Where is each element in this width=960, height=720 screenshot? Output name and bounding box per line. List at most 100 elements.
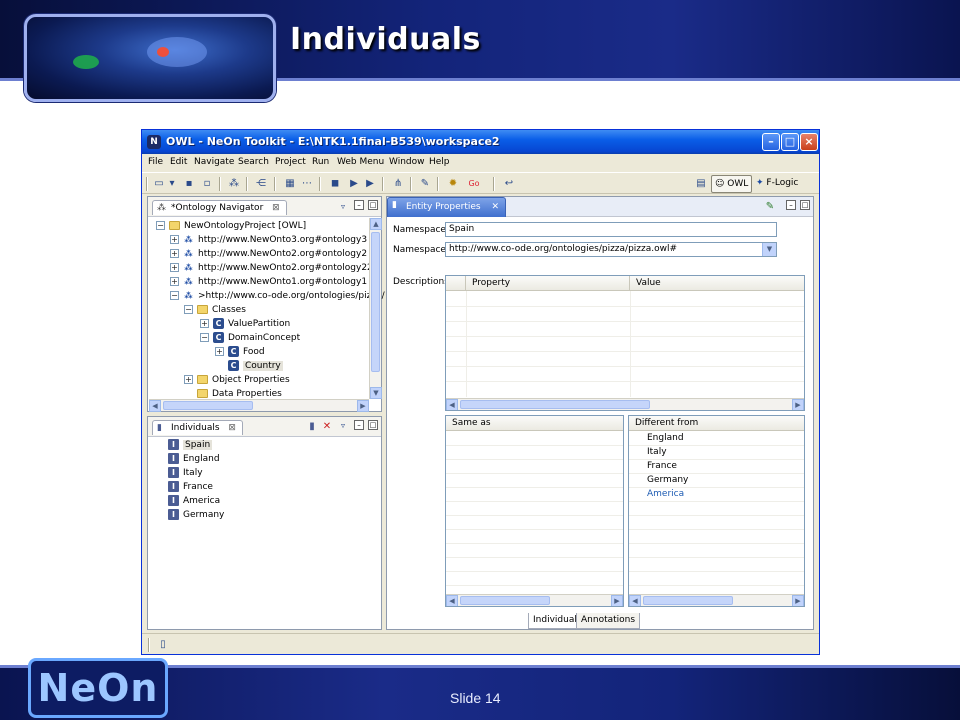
tree-item-project[interactable]: − NewOntologyProject [OWL] bbox=[156, 220, 306, 233]
menu-navigate[interactable]: Navigate bbox=[194, 157, 234, 167]
ontology-icon[interactable]: ⁂ bbox=[227, 177, 241, 190]
scroll-thumb[interactable] bbox=[371, 232, 380, 372]
tree-item-classes[interactable]: − Classes bbox=[184, 304, 246, 317]
scroll-left-icon[interactable]: ◀ bbox=[149, 400, 161, 412]
scroll-up-icon[interactable]: ▲ bbox=[370, 218, 382, 230]
list-item-individual[interactable]: I Italy bbox=[168, 467, 203, 480]
menu-web-menu[interactable]: Web Menu bbox=[337, 157, 384, 167]
tree-item-ontology[interactable]: + ⁂ http://www.NewOnto3.org#ontology3 bbox=[170, 234, 367, 247]
name-field[interactable]: Spain bbox=[445, 222, 777, 237]
scroll-left-icon[interactable]: ◀ bbox=[446, 595, 458, 606]
scroll-left-icon[interactable]: ◀ bbox=[629, 595, 641, 606]
tree-item-ontology-pizza[interactable]: − ⁂ >http://www.co-ode.org/ontologies/pizz… bbox=[170, 290, 385, 303]
print-icon[interactable]: ▫ bbox=[200, 177, 214, 190]
pen-icon[interactable]: ✎ bbox=[418, 177, 432, 190]
back-arrow-icon[interactable]: ↩ bbox=[502, 177, 516, 190]
tree-item-ontology[interactable]: + ⁂ http://www.NewOnto2.org#ontology22 bbox=[170, 262, 373, 275]
menu-file[interactable]: File bbox=[148, 157, 163, 167]
menu-run[interactable]: Run bbox=[312, 157, 329, 167]
table-row[interactable]: Italy bbox=[647, 447, 667, 457]
new-icon[interactable]: ▭ bbox=[152, 177, 166, 190]
collapse-icon[interactable]: − bbox=[156, 221, 165, 230]
expand-icon[interactable]: + bbox=[170, 277, 179, 286]
window-titlebar[interactable]: N OWL - NeOn Toolkit - E:\NTK1.1final-B5… bbox=[142, 130, 819, 154]
view-menu-icon[interactable]: ▿ bbox=[338, 200, 348, 213]
list-item-individual[interactable]: I Germany bbox=[168, 509, 224, 522]
google-icon[interactable]: Go bbox=[463, 177, 485, 190]
tree-item-ontology[interactable]: + ⁂ http://www.NewOnto1.org#ontology1 bbox=[170, 276, 367, 289]
expand-icon[interactable]: + bbox=[170, 263, 179, 272]
tab-entity-properties[interactable]: ▮ Entity Properties ✕ bbox=[387, 197, 507, 217]
maximize-view-icon[interactable]: □ bbox=[368, 200, 378, 210]
menu-window[interactable]: Window bbox=[389, 157, 425, 167]
save-icon[interactable]: ▪ bbox=[182, 177, 196, 190]
delete-individual-icon[interactable]: ✕ bbox=[321, 420, 333, 433]
maximize-view-icon[interactable]: □ bbox=[368, 420, 378, 430]
edit-icon[interactable]: ✎ bbox=[764, 200, 776, 213]
scroll-right-icon[interactable]: ▶ bbox=[357, 400, 369, 412]
tree-item-class[interactable]: + C Food bbox=[215, 346, 265, 359]
new-individual-icon[interactable]: ▮ bbox=[306, 420, 318, 433]
tree-item-class[interactable]: + C ValuePartition bbox=[200, 318, 290, 331]
close-tab-icon[interactable]: ⊠ bbox=[272, 203, 280, 213]
expand-icon[interactable]: + bbox=[200, 319, 209, 328]
scroll-thumb[interactable] bbox=[460, 400, 650, 409]
run-dropdown-icon[interactable]: ▶ bbox=[363, 177, 377, 190]
list-item-individual-selected[interactable]: I Spain bbox=[168, 439, 213, 452]
tree-item-ontology[interactable]: + ⁂ http://www.NewOnto2.org#ontology2 bbox=[170, 248, 367, 261]
minimize-view-icon[interactable]: – bbox=[786, 200, 796, 210]
table-row-link[interactable]: America bbox=[647, 489, 684, 499]
stop-icon[interactable]: ◼ bbox=[328, 177, 342, 190]
table-row[interactable]: Germany bbox=[647, 475, 688, 485]
maximize-view-icon[interactable]: □ bbox=[800, 200, 810, 210]
tab-individuals[interactable]: ▮ Individuals ⊠ bbox=[152, 420, 243, 435]
scroll-thumb[interactable] bbox=[460, 596, 550, 605]
fast-view-icon[interactable]: ▯ bbox=[156, 638, 170, 651]
namespace-combo[interactable]: http://www.co-ode.org/ontologies/pizza/p… bbox=[445, 242, 777, 257]
navigator-horizontal-scrollbar[interactable]: ◀ ▶ bbox=[149, 399, 369, 412]
open-perspective-icon[interactable]: ▤ bbox=[694, 177, 708, 190]
scroll-left-icon[interactable]: ◀ bbox=[446, 399, 458, 410]
close-tab-icon[interactable]: ✕ bbox=[492, 202, 500, 212]
descriptions-horizontal-scrollbar[interactable]: ◀ ▶ bbox=[446, 398, 804, 410]
column-header-value[interactable]: Value bbox=[630, 276, 804, 291]
network-icon[interactable]: ⋔ bbox=[391, 177, 405, 190]
expand-icon[interactable]: + bbox=[184, 375, 193, 384]
column-header-property[interactable]: Property bbox=[466, 276, 630, 291]
maximize-button[interactable]: □ bbox=[781, 133, 799, 151]
tab-ontology-navigator[interactable]: ⁂ *Ontology Navigator ⊠ bbox=[152, 200, 287, 215]
view-menu-icon[interactable]: ▿ bbox=[338, 419, 348, 432]
minimize-button[interactable]: – bbox=[762, 133, 780, 151]
table-row[interactable]: France bbox=[647, 461, 677, 471]
menu-search[interactable]: Search bbox=[238, 157, 269, 167]
list-item-individual[interactable]: I England bbox=[168, 453, 220, 466]
chevron-down-icon[interactable]: ▼ bbox=[762, 243, 776, 256]
calendar-icon[interactable]: ▦ bbox=[283, 177, 297, 190]
new-dropdown-icon[interactable]: ▾ bbox=[168, 177, 176, 190]
open-type-icon[interactable]: ⋯ bbox=[300, 177, 314, 190]
minimize-view-icon[interactable]: – bbox=[354, 200, 364, 210]
menu-project[interactable]: Project bbox=[275, 157, 306, 167]
tree-item-class-selected[interactable]: C Country bbox=[228, 360, 283, 373]
expand-icon[interactable]: + bbox=[215, 347, 224, 356]
tree-item-class[interactable]: − C DomainConcept bbox=[200, 332, 300, 345]
menu-edit[interactable]: Edit bbox=[170, 157, 187, 167]
tree-item-object-properties[interactable]: + Object Properties bbox=[184, 374, 290, 387]
tab-annotations-page[interactable]: Annotations bbox=[576, 613, 641, 629]
scroll-right-icon[interactable]: ▶ bbox=[792, 595, 804, 606]
scroll-thumb[interactable] bbox=[643, 596, 733, 605]
scroll-thumb[interactable] bbox=[163, 401, 253, 410]
collapse-icon[interactable]: − bbox=[184, 305, 193, 314]
same-as-horizontal-scrollbar[interactable]: ◀ ▶ bbox=[446, 594, 623, 606]
table-row[interactable]: England bbox=[647, 433, 684, 443]
close-tab-icon[interactable]: ⊠ bbox=[228, 423, 236, 433]
navigator-vertical-scrollbar[interactable]: ▲ ▼ bbox=[369, 218, 382, 399]
expand-icon[interactable]: + bbox=[170, 249, 179, 258]
scroll-right-icon[interactable]: ▶ bbox=[792, 399, 804, 410]
scroll-right-icon[interactable]: ▶ bbox=[611, 595, 623, 606]
column-header-different-from[interactable]: Different from bbox=[629, 416, 804, 431]
close-button[interactable]: × bbox=[800, 133, 818, 151]
expand-icon[interactable]: + bbox=[170, 235, 179, 244]
perspective-owl[interactable]: ☺ OWL bbox=[711, 175, 753, 193]
menu-help[interactable]: Help bbox=[429, 157, 450, 167]
